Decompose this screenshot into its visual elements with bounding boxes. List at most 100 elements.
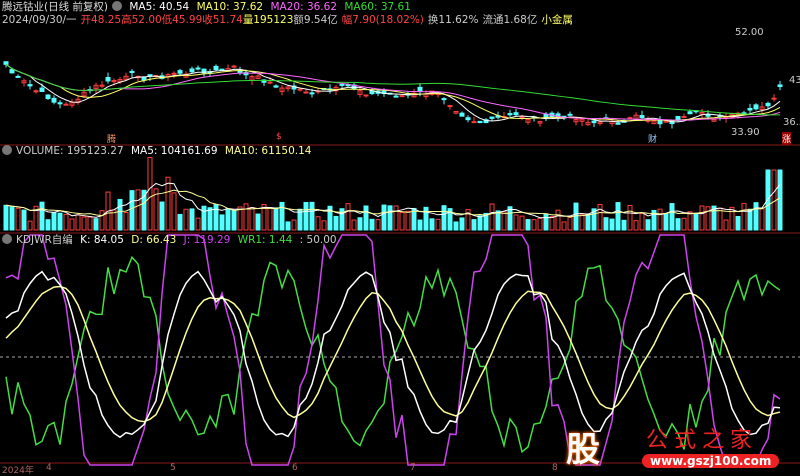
candle bbox=[27, 84, 33, 87]
volume-bar bbox=[231, 209, 237, 231]
volume-bar bbox=[747, 208, 753, 231]
candle bbox=[681, 116, 687, 119]
candle bbox=[129, 70, 135, 73]
volume-bar bbox=[345, 203, 351, 231]
volume-bar bbox=[285, 221, 291, 231]
quote-change: 幅7.90(18.02%) bbox=[341, 14, 424, 26]
ma5-value: MA5: 40.54 bbox=[129, 1, 190, 13]
volume-bar bbox=[645, 219, 651, 231]
candle bbox=[393, 95, 399, 98]
quote-volume: 量195123 bbox=[242, 14, 294, 26]
volume-bar bbox=[585, 213, 591, 231]
candle bbox=[51, 97, 57, 103]
volume-title: VOLUME: 195123.27 bbox=[16, 145, 124, 157]
volume-bar bbox=[621, 219, 627, 231]
candle bbox=[177, 70, 183, 74]
volume-bar bbox=[723, 219, 729, 231]
ma60-value: MA60: 37.61 bbox=[344, 1, 411, 13]
settings-circle-icon[interactable] bbox=[2, 234, 12, 244]
volume-bar bbox=[549, 216, 555, 231]
price-low-right-label: 36.5 bbox=[783, 117, 800, 128]
volume-bar bbox=[735, 215, 741, 231]
settings-circle-icon[interactable] bbox=[2, 145, 12, 155]
candle bbox=[477, 120, 483, 124]
event-marker[interactable]: $ bbox=[276, 132, 282, 142]
ma5-line bbox=[5, 63, 781, 123]
candle bbox=[459, 112, 465, 117]
volume-bar bbox=[555, 209, 561, 231]
candle bbox=[687, 111, 693, 115]
candle bbox=[171, 72, 177, 75]
event-marker[interactable]: 腾 bbox=[107, 132, 116, 145]
volume-bar bbox=[771, 169, 777, 231]
volume-bar bbox=[399, 212, 405, 231]
volume-bar bbox=[87, 216, 93, 231]
volume-bar bbox=[213, 204, 219, 231]
volume-bar bbox=[45, 219, 51, 231]
volume-bar bbox=[267, 206, 273, 231]
candle bbox=[297, 88, 303, 91]
volume-bar bbox=[387, 205, 393, 231]
volume-bar bbox=[57, 212, 63, 231]
candle bbox=[591, 120, 597, 124]
volume-bar bbox=[273, 207, 279, 231]
x-axis-month: 8 bbox=[552, 463, 558, 473]
volume-bar bbox=[777, 169, 783, 231]
candle bbox=[105, 76, 111, 82]
quote-close: 收51.74 bbox=[202, 14, 243, 26]
volume-bar bbox=[567, 216, 573, 231]
quote-row: 2024/09/30/一 开48.25高52.00低45.99收51.74量195… bbox=[2, 14, 577, 27]
volume-bar bbox=[393, 205, 399, 231]
volume-bar bbox=[531, 219, 537, 231]
volume-bar bbox=[543, 213, 549, 231]
event-marker[interactable]: 财 bbox=[648, 132, 657, 145]
stock-title[interactable]: 腾远钴业(日线 前复权) bbox=[2, 1, 108, 13]
candle bbox=[447, 105, 453, 108]
volume-bar bbox=[417, 219, 423, 231]
volume-bar bbox=[15, 207, 21, 231]
event-marker[interactable]: 涨 bbox=[782, 132, 792, 145]
candle bbox=[267, 81, 273, 84]
volume-bar bbox=[129, 190, 135, 231]
candle bbox=[747, 108, 753, 111]
watermark: 股 公式之家 www.gszj100.com bbox=[558, 420, 798, 472]
volume-bar bbox=[441, 205, 447, 231]
candle bbox=[63, 103, 69, 106]
volume-bar bbox=[453, 221, 459, 231]
volume-bar bbox=[117, 198, 123, 231]
x-axis-month: 7 bbox=[410, 463, 416, 473]
kdj-header: KDJWR自编 K: 84.05 D: 66.43 J: 119.29 WR1:… bbox=[2, 234, 341, 247]
volume-bar bbox=[573, 202, 579, 231]
volume-bar bbox=[99, 210, 105, 231]
kdj-j: J: 119.29 bbox=[183, 234, 231, 246]
quote-amount: 额9.54亿 bbox=[293, 14, 338, 26]
volume-bar bbox=[123, 212, 129, 231]
settings-circle-icon[interactable] bbox=[112, 1, 123, 11]
candle bbox=[417, 86, 423, 92]
ma20-line bbox=[5, 63, 781, 121]
volume-bar bbox=[357, 217, 363, 231]
header-row: 腾远钴业(日线 前复权) MA5: 40.54 MA10: 37.62 MA20… bbox=[2, 1, 415, 14]
volume-bar bbox=[309, 201, 315, 231]
kdj-level: : 50.00 bbox=[299, 234, 337, 246]
candle bbox=[309, 92, 315, 95]
candle bbox=[3, 61, 9, 65]
volume-bar bbox=[201, 205, 207, 231]
candle bbox=[9, 69, 15, 74]
candle bbox=[519, 116, 525, 119]
candle bbox=[639, 115, 645, 119]
volume-bar bbox=[405, 210, 411, 231]
volume-bar bbox=[615, 202, 621, 231]
x-axis-month: 6 bbox=[292, 463, 298, 473]
volume-bar bbox=[237, 206, 243, 231]
volume-bar bbox=[627, 204, 633, 231]
volume-bar bbox=[249, 207, 255, 231]
kdj-title: KDJWR自编 bbox=[16, 234, 73, 246]
volume-bar bbox=[207, 207, 213, 231]
quote-date: 2024/09/30/一 bbox=[2, 14, 77, 26]
candle bbox=[339, 83, 345, 86]
volume-bar bbox=[717, 207, 723, 231]
volume-bar bbox=[69, 218, 75, 231]
volume-bar bbox=[759, 207, 765, 231]
volume-bar bbox=[147, 156, 153, 231]
